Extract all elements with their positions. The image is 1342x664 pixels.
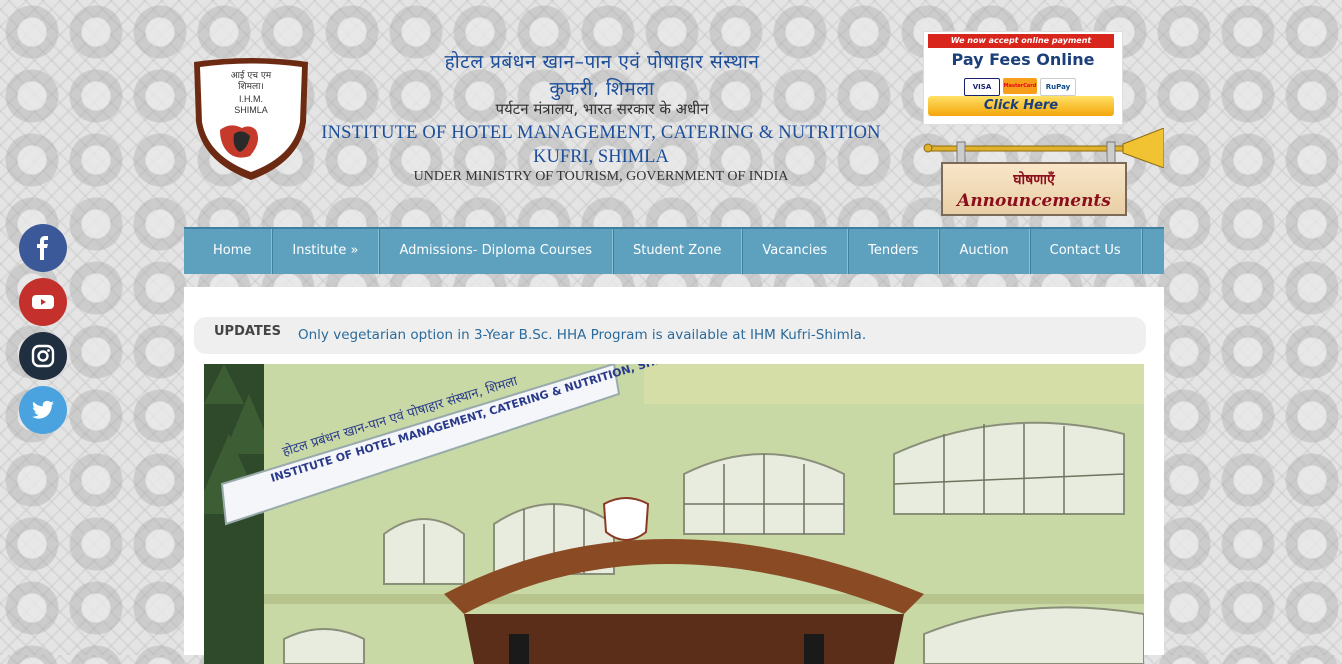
updates-ticker: UPDATES Only vegetarian option in 3-Year… — [194, 317, 1146, 354]
announcements-board: घोषणाएँ Announcements — [941, 162, 1127, 216]
twitter-link[interactable] — [19, 386, 67, 434]
card-logos: VISA MasterCard RuPay — [964, 78, 1076, 96]
rupay-logo: RuPay — [1040, 78, 1076, 96]
main-content: UPDATES Only vegetarian option in 3-Year… — [184, 287, 1164, 664]
ministry-hindi: पर्यटन मंत्रालय, भारत सरकार के अधीन — [495, 100, 709, 118]
campus-photo: होटल प्रबंधन खान-पान एवं पोषाहार संस्थान… — [204, 364, 1144, 664]
updates-label: UPDATES — [214, 324, 282, 339]
main-nav: Home Institute » Admissions- Diploma Cou… — [184, 227, 1164, 274]
location-english: KUFRI, SHIMLA — [533, 147, 669, 167]
facebook-icon — [37, 236, 48, 260]
logo-text-2: SHIMLA — [234, 105, 268, 115]
institute-logo[interactable]: आई एच एम शिमला। I.H.M. SHIMLA — [190, 58, 312, 182]
nav-vacancies[interactable]: Vacancies — [742, 229, 849, 274]
title-english: INSTITUTE OF HOTEL MANAGEMENT, CATERING … — [321, 123, 881, 143]
nav-student-zone[interactable]: Student Zone — [613, 229, 743, 274]
logo-text-hindi-1: आई एच एम — [231, 69, 272, 81]
visa-logo: VISA — [964, 78, 1000, 96]
announcements-banner[interactable]: घोषणाएँ Announcements — [923, 128, 1164, 220]
instagram-icon — [31, 344, 55, 368]
pay-fees-notice: We now accept online payment — [928, 34, 1114, 48]
nav-home[interactable]: Home — [184, 229, 273, 274]
location-hindi: कुफरी, शिमला — [549, 78, 655, 100]
logo-text-1: I.H.M. — [239, 94, 263, 104]
announcements-hindi: घोषणाएँ — [1013, 172, 1055, 188]
title-hindi: होटल प्रबंधन खान–पान एवं पोषाहार संस्थान — [444, 51, 760, 73]
twitter-icon — [32, 400, 54, 419]
nav-auction[interactable]: Auction — [939, 229, 1030, 274]
pay-fees-click-here[interactable]: Click Here — [928, 96, 1114, 116]
logo-text-hindi-2: शिमला। — [238, 80, 264, 92]
ministry-english: UNDER MINISTRY OF TOURISM, GOVERNMENT OF… — [413, 169, 789, 184]
nav-tenders[interactable]: Tenders — [848, 229, 940, 274]
nav-institute[interactable]: Institute » — [272, 229, 380, 274]
facebook-link[interactable] — [19, 224, 67, 272]
pay-fees-title: Pay Fees Online — [951, 50, 1095, 69]
nav-contact-us[interactable]: Contact Us — [1030, 229, 1142, 274]
pay-fees-banner[interactable]: We now accept online payment Pay Fees On… — [923, 31, 1123, 125]
youtube-link[interactable] — [19, 278, 67, 326]
nav-admissions[interactable]: Admissions- Diploma Courses — [379, 229, 613, 274]
youtube-icon — [32, 295, 54, 309]
announcements-english: Announcements — [957, 191, 1111, 211]
updates-text[interactable]: Only vegetarian option in 3-Year B.Sc. H… — [298, 327, 866, 343]
instagram-link[interactable] — [19, 332, 67, 380]
mastercard-logo: MasterCard — [1003, 78, 1037, 94]
